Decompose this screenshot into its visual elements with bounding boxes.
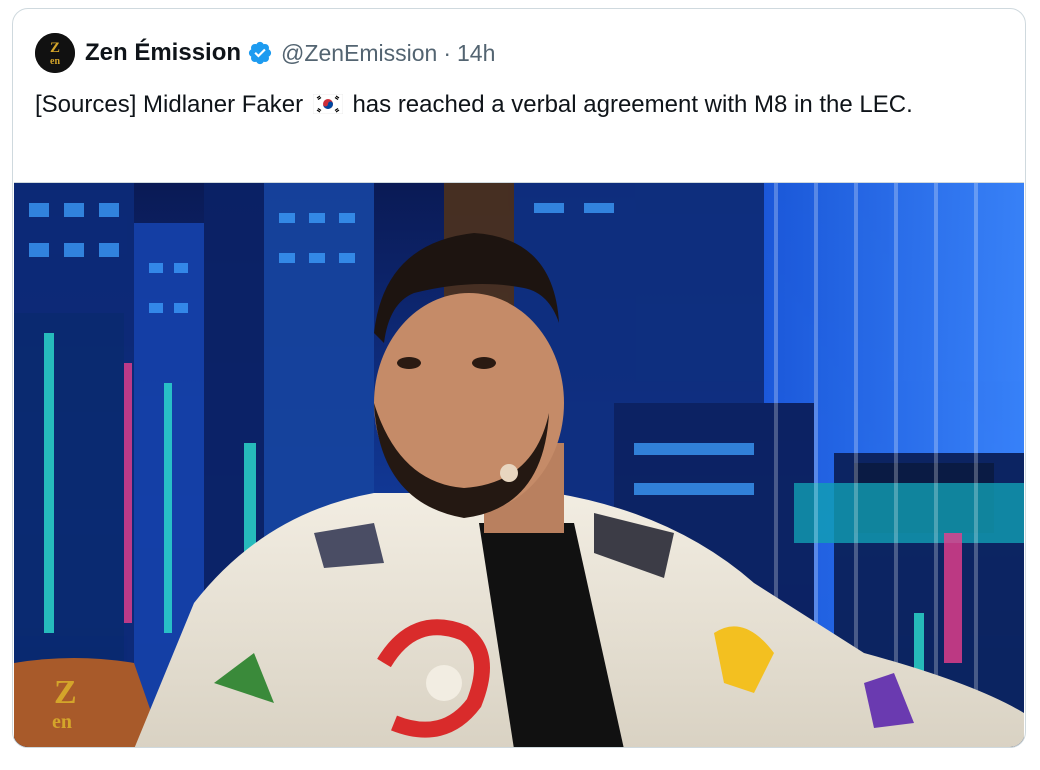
- tweet-timestamp[interactable]: 14h: [457, 40, 495, 67]
- zen-watermark-icon: Z: [54, 674, 77, 711]
- svg-text:en: en: [52, 711, 72, 733]
- separator-dot: ·: [443, 39, 452, 66]
- tweet-text-part-1: [Sources] Midlaner Faker: [35, 91, 304, 118]
- tweet-text-part-2: has reached a verbal agreement with M8 i…: [352, 91, 913, 118]
- tweet-media-image[interactable]: Z en: [14, 182, 1024, 747]
- svg-text:Z: Z: [50, 40, 60, 56]
- zen-logo-icon: Z en: [35, 33, 75, 73]
- avatar[interactable]: Z en: [35, 33, 75, 73]
- city-background-photo: Z en: [14, 183, 1024, 747]
- tweet-text: [Sources] Midlaner Faker has reached a v…: [35, 87, 995, 123]
- verified-badge-icon: [248, 41, 272, 65]
- south-korea-flag-icon: [312, 94, 343, 114]
- tweet-card[interactable]: Z en Zen Émission @ZenEmission · 14h [So…: [12, 8, 1026, 748]
- tweet-header: Z en Zen Émission @ZenEmission · 14h: [35, 31, 495, 75]
- author-name[interactable]: Zen Émission: [85, 39, 241, 67]
- svg-text:en: en: [50, 56, 60, 67]
- author-handle[interactable]: @ZenEmission: [281, 40, 437, 67]
